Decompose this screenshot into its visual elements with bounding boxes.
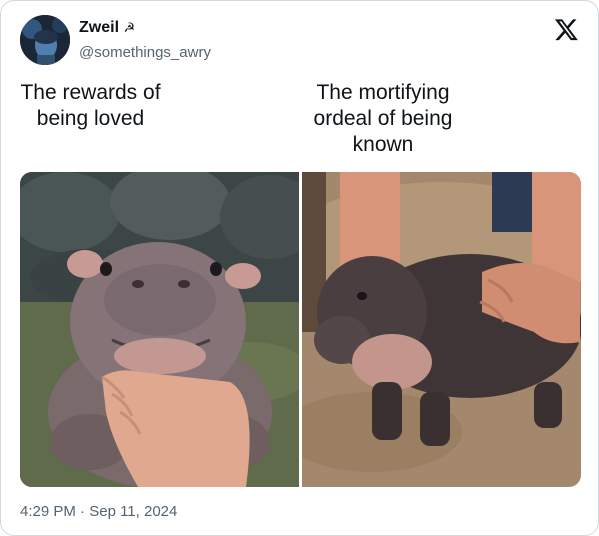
tweet-date: Sep 11, 2024 <box>89 503 178 520</box>
x-logo-icon[interactable] <box>554 17 579 42</box>
avatar-photo-icon <box>20 15 70 65</box>
avatar[interactable] <box>20 15 70 65</box>
author-handle[interactable]: @somethings_awry <box>79 43 211 63</box>
hippo-photo-smiling-icon <box>20 172 299 487</box>
tweet-time: 4:29 PM <box>20 503 76 520</box>
tweet-card: Zweil ☭ @somethings_awry The rewards of … <box>0 0 599 536</box>
caption-left: The rewards of being loved <box>20 81 161 130</box>
author-display-name[interactable]: Zweil ☭ <box>79 18 135 38</box>
caption-right: The mortifying ordeal of being known <box>313 81 453 156</box>
photo-right[interactable] <box>302 172 581 487</box>
hippo-photo-walking-icon <box>302 172 581 487</box>
author-name-emoji: ☭ <box>123 20 136 35</box>
tweet-timestamp[interactable]: 4:29 PM · Sep 11, 2024 <box>20 502 177 522</box>
photo-left[interactable] <box>20 172 299 487</box>
timestamp-separator: · <box>80 503 86 520</box>
author-name-text: Zweil <box>79 19 120 36</box>
